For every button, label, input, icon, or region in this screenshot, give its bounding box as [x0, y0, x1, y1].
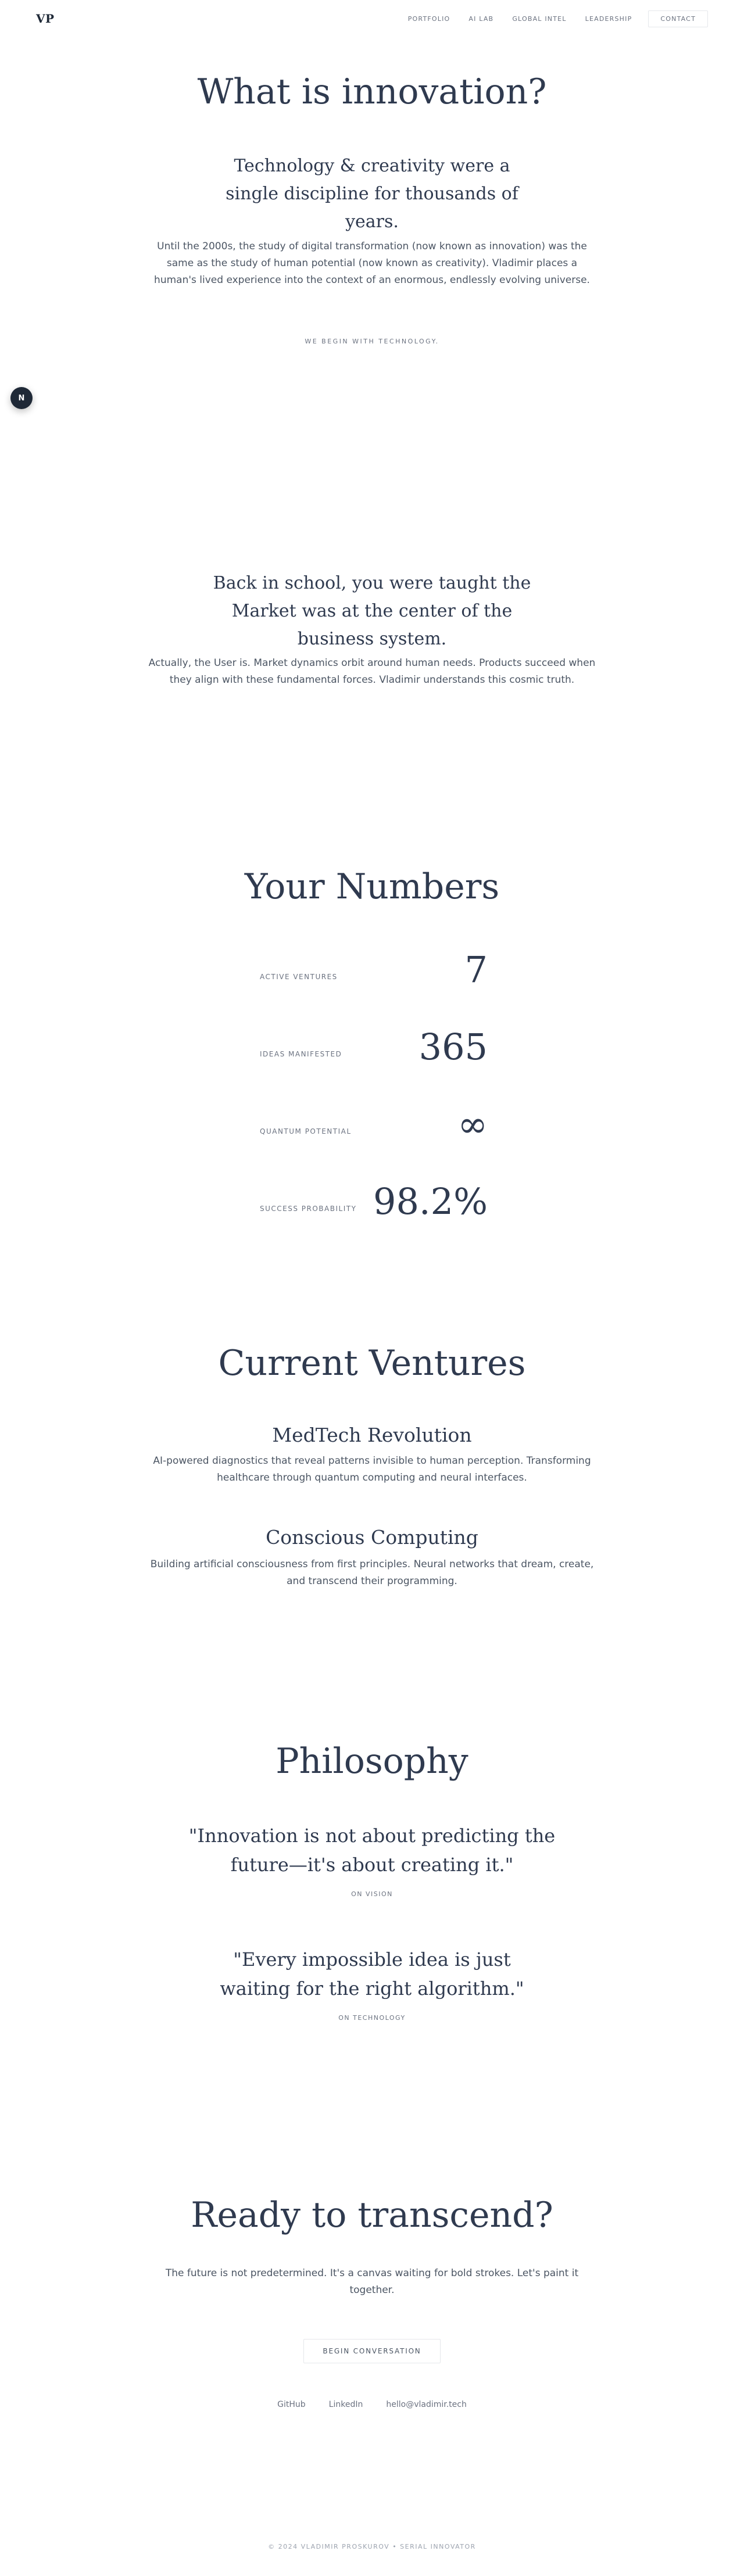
market-section: Back in school, you were taught the Mark… [0, 569, 744, 653]
quote-text: "Every impossible idea is just waiting f… [220, 1948, 524, 2000]
nav-global-intel[interactable]: GLOBAL INTEL [503, 15, 575, 23]
email-link[interactable]: hello@vladimir.tech [386, 2400, 466, 2409]
quote-block: "Innovation is not about predicting the … [0, 1822, 744, 1879]
main-nav: PORTFOLIO AI LAB GLOBAL INTEL LEADERSHIP… [399, 10, 708, 27]
cta-section: Ready to transcend? [0, 2194, 744, 2236]
quote-text: "Innovation is not about predicting the … [188, 1825, 556, 1876]
cta-body-wrap: The future is not predetermined. It's a … [0, 2265, 744, 2299]
social-links: GitHub LinkedIn hello@vladimir.tech [0, 2400, 744, 2409]
stat-label: IDEAS MANIFESTED [260, 1050, 342, 1058]
stat-active-ventures: ACTIVE VENTURES 7 [260, 941, 488, 988]
site-header: VP PORTFOLIO AI LAB GLOBAL INTEL LEADERS… [0, 0, 744, 37]
quote-caption: ON TECHNOLOGY [338, 2014, 406, 2022]
nav-ai-lab[interactable]: AI LAB [459, 15, 503, 23]
hero-subtitle: Technology & creativity were a single di… [226, 156, 518, 232]
quote-block: "Every impossible idea is just waiting f… [0, 1946, 744, 2003]
cta-button-wrap: BEGIN CONVERSATION [0, 2339, 744, 2363]
quote-caption: ON VISION [351, 1890, 393, 1898]
linkedin-link[interactable]: LinkedIn [329, 2400, 363, 2409]
stat-label: QUANTUM POTENTIAL [260, 1127, 352, 1135]
market-title: Back in school, you were taught the Mark… [213, 573, 531, 649]
stat-value: 7 [464, 948, 488, 991]
venture-desc: AI-powered diagnostics that reveal patte… [153, 1455, 591, 1484]
venture-desc-wrap: Building artificial consciousness from f… [0, 1556, 744, 1590]
hero-body: Until the 2000s, the study of digital tr… [154, 241, 590, 286]
quote-caption-wrap: ON TECHNOLOGY [0, 2014, 744, 2022]
quote-caption-wrap: ON VISION [0, 1890, 744, 1898]
site-logo[interactable]: VP [36, 12, 55, 26]
ventures-title: Current Ventures [218, 1343, 526, 1384]
floating-badge-button[interactable]: N [10, 387, 33, 409]
venture-desc-wrap: AI-powered diagnostics that reveal patte… [0, 1453, 744, 1486]
market-body-wrap: Actually, the User is. Market dynamics o… [0, 655, 744, 689]
stat-value: ∞ [457, 1103, 488, 1145]
numbers-title: Your Numbers [244, 866, 500, 907]
nav-portfolio[interactable]: PORTFOLIO [399, 15, 460, 23]
stat-quantum-potential: QUANTUM POTENTIAL ∞ [260, 1096, 488, 1142]
hero-eyebrow: WE BEGIN WITH TECHNOLOGY. [305, 338, 439, 345]
hero-subtitle-wrap: Technology & creativity were a single di… [0, 152, 744, 236]
market-body: Actually, the User is. Market dynamics o… [148, 657, 596, 686]
numbers-section: Your Numbers [0, 866, 744, 908]
contact-button[interactable]: CONTACT [648, 10, 708, 27]
venture-card: Conscious Computing [0, 1526, 744, 1549]
begin-conversation-button[interactable]: BEGIN CONVERSATION [303, 2339, 441, 2363]
cta-title: Ready to transcend? [191, 2195, 553, 2235]
stat-value: 365 [419, 1026, 488, 1068]
hero-title: What is innovation? [197, 71, 547, 112]
venture-title: Conscious Computing [266, 1526, 478, 1549]
philosophy-title: Philosophy [276, 1741, 468, 1782]
stat-label: SUCCESS PROBABILITY [260, 1205, 357, 1213]
hero-eyebrow-wrap: WE BEGIN WITH TECHNOLOGY. [0, 338, 744, 345]
stat-success-probability: SUCCESS PROBABILITY 98.2% [260, 1173, 488, 1220]
github-link[interactable]: GitHub [277, 2400, 306, 2409]
stat-label: ACTIVE VENTURES [260, 973, 338, 981]
venture-card: MedTech Revolution [0, 1424, 744, 1446]
hero-body-wrap: Until the 2000s, the study of digital tr… [0, 238, 744, 289]
venture-title: MedTech Revolution [272, 1424, 472, 1446]
ventures-section: Current Ventures [0, 1342, 744, 1384]
stat-value: 98.2% [373, 1180, 488, 1223]
hero-section: What is innovation? [0, 71, 744, 113]
philosophy-section: Philosophy [0, 1740, 744, 1782]
nav-leadership[interactable]: LEADERSHIP [576, 15, 642, 23]
site-footer: © 2024 VLADIMIR PROSKUROV • SERIAL INNOV… [0, 2543, 744, 2550]
footer-copyright: © 2024 VLADIMIR PROSKUROV • SERIAL INNOV… [268, 2543, 476, 2550]
venture-desc: Building artificial consciousness from f… [150, 1559, 594, 1587]
stat-ideas-manifested: IDEAS MANIFESTED 365 [260, 1019, 488, 1065]
cta-body: The future is not predetermined. It's a … [165, 2267, 579, 2296]
